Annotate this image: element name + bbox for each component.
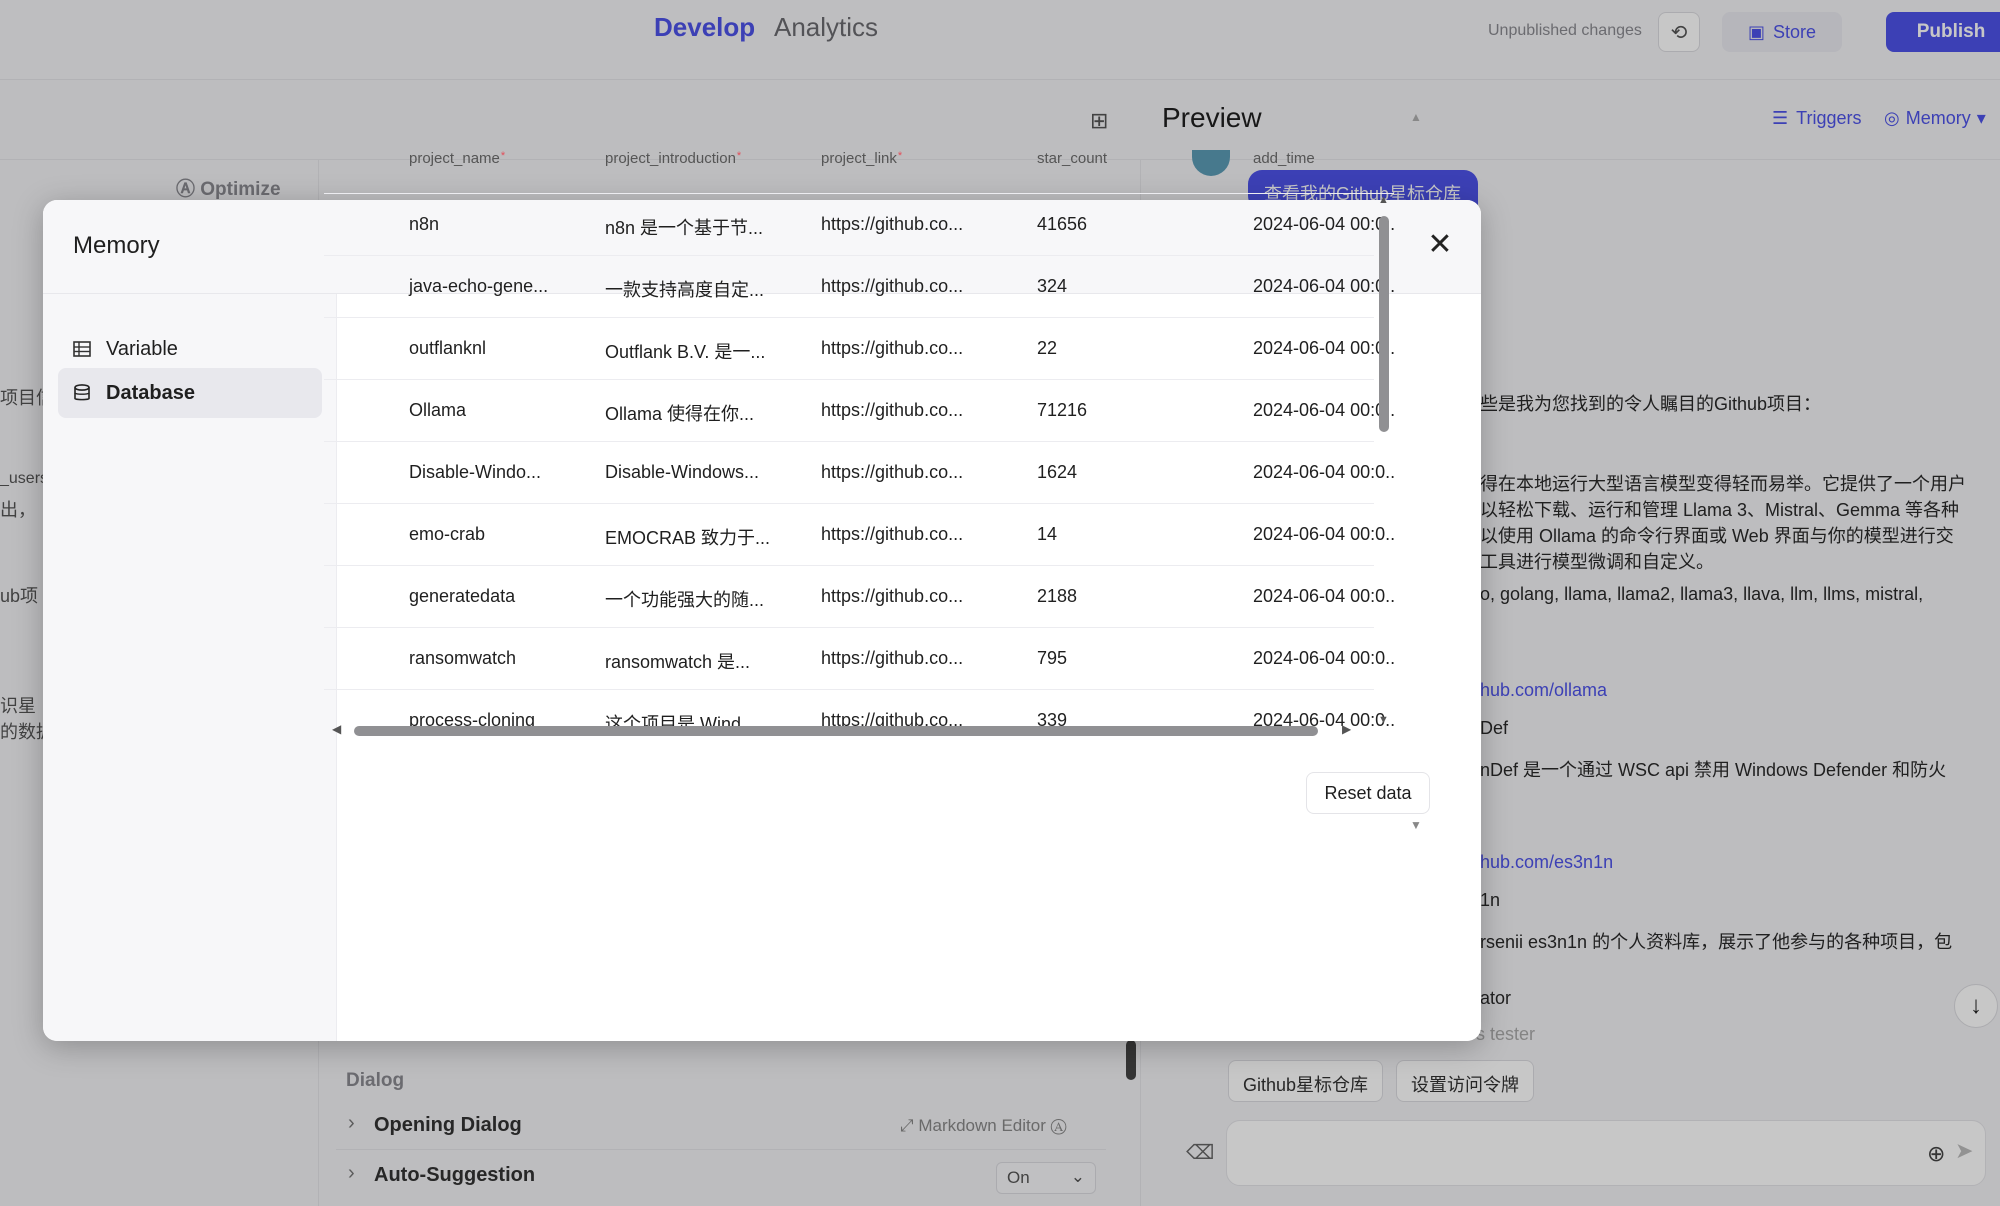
- table-cell[interactable]: 2024-06-04 00:0...: [1253, 400, 1394, 421]
- sidebar-item-database[interactable]: Database: [58, 368, 322, 418]
- table-cell[interactable]: 2024-06-04 00:0...: [1253, 214, 1394, 235]
- table-cell[interactable]: https://github.co...: [821, 276, 963, 297]
- table-cell[interactable]: 1624: [1037, 462, 1077, 483]
- table-cell[interactable]: 一款支持高度自定...: [605, 276, 764, 302]
- table-cell[interactable]: ransomwatch 是...: [605, 648, 750, 674]
- table-cell[interactable]: https://github.co...: [821, 524, 963, 545]
- table-cell[interactable]: Ollama: [409, 400, 466, 421]
- table-cell[interactable]: generatedata: [409, 586, 515, 607]
- table-cell[interactable]: outflanknl: [409, 338, 486, 359]
- table-cell[interactable]: Disable-Windows...: [605, 462, 759, 483]
- table-cell[interactable]: https://github.co...: [821, 648, 963, 669]
- table-cell[interactable]: emo-crab: [409, 524, 485, 545]
- sidebar-item-variable[interactable]: Variable: [58, 324, 322, 374]
- table-cell[interactable]: 一个功能强大的随...: [605, 586, 764, 612]
- table-cell[interactable]: https://github.co...: [821, 586, 963, 607]
- table-row[interactable]: generatedata 一个功能强大的随... https://github.co…: [324, 566, 1394, 628]
- table-cell[interactable]: Ollama 使得在你...: [605, 400, 754, 426]
- table-cell[interactable]: Outflank B.V. 是一...: [605, 338, 765, 364]
- column-header[interactable]: project_link*: [821, 150, 902, 167]
- table-cell[interactable]: ransomwatch: [409, 648, 516, 669]
- table-cell[interactable]: 22: [1037, 338, 1057, 359]
- modal-scroll-up-arrow[interactable]: ▲: [1410, 110, 1422, 124]
- column-header[interactable]: star_count: [1037, 150, 1107, 167]
- table-cell[interactable]: n8n 是一个基于节...: [605, 214, 763, 240]
- column-header[interactable]: project_name*: [409, 150, 505, 167]
- table-row[interactable]: Disable-Windo... Disable-Windows... https:…: [324, 442, 1394, 504]
- sidebar-item-label: Database: [106, 381, 195, 404]
- reset-data-button[interactable]: Reset data: [1306, 772, 1430, 814]
- table-cell[interactable]: Disable-Windo...: [409, 462, 541, 483]
- table-icon: [73, 341, 91, 357]
- table-row[interactable]: outflanknl Outflank B.V. 是一... https://git…: [324, 318, 1394, 380]
- table-cell[interactable]: 2024-06-04 00:0...: [1253, 338, 1394, 359]
- scroll-right-arrow[interactable]: ▶: [1342, 722, 1351, 736]
- database-table: project_name* project_introduction* proj…: [324, 120, 1394, 740]
- table-horizontal-scrollbar[interactable]: ◀ ▶: [324, 720, 1374, 740]
- table-vertical-scrollbar[interactable]: ▲ ▼: [1374, 194, 1394, 740]
- table-header: project_name* project_introduction* proj…: [324, 120, 1394, 194]
- modal-title: Memory: [73, 232, 160, 259]
- table-cell[interactable]: 2024-06-04 00:0...: [1253, 276, 1394, 297]
- column-header[interactable]: project_introduction*: [605, 150, 741, 167]
- table-row[interactable]: n8n n8n 是一个基于节... https://github.co... 4165…: [324, 194, 1394, 256]
- table-row[interactable]: ransomwatch ransomwatch 是... https://githu…: [324, 628, 1394, 690]
- table-cell[interactable]: 71216: [1037, 400, 1087, 421]
- scroll-down-arrow[interactable]: ▼: [1378, 714, 1389, 726]
- table-cell[interactable]: 2188: [1037, 586, 1077, 607]
- table-cell[interactable]: https://github.co...: [821, 214, 963, 235]
- vertical-scroll-thumb[interactable]: [1379, 216, 1389, 432]
- column-header[interactable]: add_time: [1253, 150, 1315, 167]
- table-cell[interactable]: 795: [1037, 648, 1067, 669]
- table-cell[interactable]: 2024-06-04 00:0...: [1253, 524, 1394, 545]
- table-row[interactable]: java-echo-gene... 一款支持高度自定... https://gith…: [324, 256, 1394, 318]
- close-button[interactable]: ✕: [1423, 228, 1457, 262]
- table-cell[interactable]: n8n: [409, 214, 439, 235]
- table-cell[interactable]: 324: [1037, 276, 1067, 297]
- table-cell[interactable]: https://github.co...: [821, 400, 963, 421]
- table-cell[interactable]: 2024-06-04 00:0...: [1253, 586, 1394, 607]
- scroll-up-arrow[interactable]: ▲: [1378, 194, 1389, 206]
- horizontal-scroll-thumb[interactable]: [354, 726, 1318, 736]
- close-icon: ✕: [1427, 228, 1453, 261]
- table-cell[interactable]: 2024-06-04 00:0...: [1253, 462, 1394, 483]
- table-cell[interactable]: 14: [1037, 524, 1057, 545]
- table-row[interactable]: Ollama Ollama 使得在你... https://github.co...…: [324, 380, 1394, 442]
- table-row[interactable]: emo-crab EMOCRAB 致力于... https://github.co.…: [324, 504, 1394, 566]
- scroll-left-arrow[interactable]: ◀: [332, 722, 341, 736]
- sidebar-item-label: Variable: [106, 337, 178, 360]
- table-cell[interactable]: 41656: [1037, 214, 1087, 235]
- table-cell[interactable]: java-echo-gene...: [409, 276, 548, 297]
- table-cell[interactable]: https://github.co...: [821, 338, 963, 359]
- table-cell[interactable]: https://github.co...: [821, 462, 963, 483]
- table-body: process-cloning 这个项目是 Wind... https://gith…: [324, 194, 1394, 740]
- modal-sidebar: Variable Database: [43, 294, 337, 1041]
- table-cell[interactable]: EMOCRAB 致力于...: [605, 524, 770, 550]
- modal-scroll-down-arrow[interactable]: ▼: [1410, 818, 1422, 832]
- table-cell[interactable]: 2024-06-04 00:0...: [1253, 648, 1394, 669]
- database-icon: [74, 384, 90, 401]
